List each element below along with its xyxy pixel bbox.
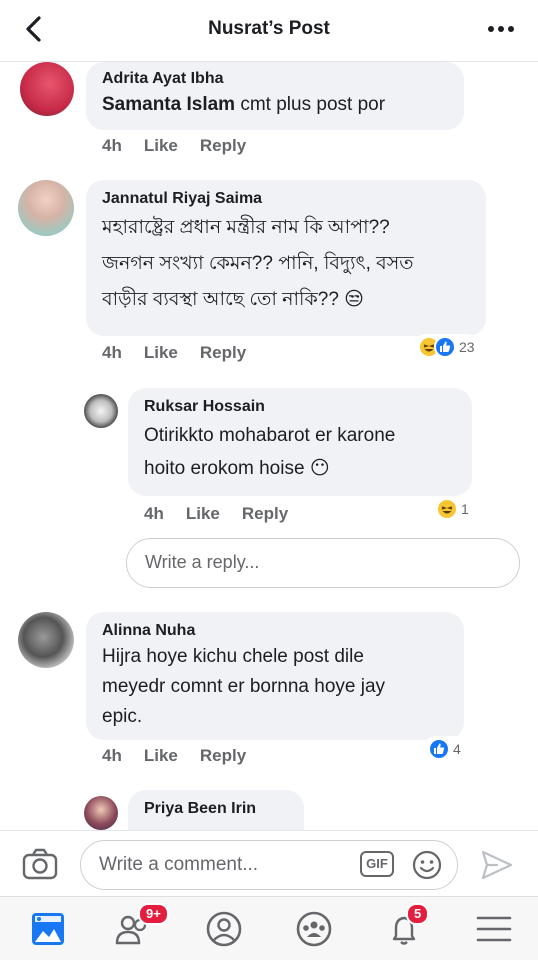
comment-author[interactable]: Adrita Ayat Ibha (102, 68, 448, 90)
emoji-icon[interactable] (412, 850, 442, 880)
comment-time: 4h (102, 746, 122, 765)
top-bar: Nusrat’s Post (0, 0, 538, 62)
like-reaction-icon (428, 738, 450, 760)
reply-placeholder: Write a reply... (145, 552, 260, 572)
comment-composer: Write a comment... GIF (0, 830, 538, 896)
reaction-count: 23 (459, 339, 475, 355)
like-link[interactable]: Like (144, 343, 178, 363)
comment-actions: 4h Like Reply (102, 746, 268, 766)
mention-link[interactable]: Samanta Islam (102, 94, 235, 115)
comment-bubble: Adrita Ayat Ibha Samanta Islam cmt plus … (86, 62, 464, 130)
reaction-count: 4 (453, 741, 461, 757)
reaction-summary[interactable]: 23 (414, 334, 479, 360)
like-link[interactable]: Like (186, 504, 220, 524)
avatar[interactable] (84, 394, 118, 428)
camera-icon[interactable] (22, 848, 58, 880)
reply-link[interactable]: Reply (200, 136, 246, 156)
more-options-icon[interactable] (486, 18, 516, 40)
reply-link[interactable]: Reply (242, 504, 288, 524)
comment-text-line: বাড়ীর ব্যবস্থা আছে তো নাকি?? 😒 (102, 289, 364, 310)
comment-bubble: Ruksar Hossain Otirikkto mohabarot er ka… (128, 388, 472, 496)
comment-text-line: meyedr comnt er bornna hoye jay (102, 676, 386, 697)
notifications-badge: 5 (406, 903, 430, 925)
comment-text-body: cmt plus post por (235, 94, 386, 115)
comment-bubble: Priya Been Irin (128, 790, 304, 830)
avatar[interactable] (20, 62, 74, 116)
comment-author[interactable]: Ruksar Hossain (144, 396, 456, 418)
comment-text-line: hoito erokom hoise 😶 (144, 458, 330, 479)
menu-icon[interactable] (472, 909, 516, 949)
comment-text-line: জনগন সংখ্যা কেমন?? পানি, বিদ্যুৎ, বসত (102, 253, 414, 274)
comment-actions: 4h Like Reply (102, 343, 268, 363)
haha-reaction-icon (436, 498, 458, 520)
comment-text-line: মহারাষ্ট্রের প্রধান মন্ত্রীর নাম কি আপা?… (102, 217, 390, 238)
bottom-tab-bar: 9+ 5 (0, 896, 538, 960)
avatar[interactable] (18, 180, 74, 236)
groups-icon[interactable] (292, 909, 336, 949)
gif-button[interactable]: GIF (360, 851, 394, 877)
comment-bubble: Jannatul Riyaj Saima মহারাষ্ট্রের প্রধান… (86, 180, 486, 336)
avatar[interactable] (18, 612, 74, 668)
profile-icon[interactable] (202, 909, 246, 949)
comment-bubble: Alinna Nuha Hijra hoye kichu chele post … (86, 612, 464, 740)
comment-actions: 4h Like Reply (144, 504, 310, 524)
comment-actions: 4h Like Reply (102, 136, 268, 156)
comment-placeholder: Write a comment... (99, 854, 259, 875)
page-title: Nusrat’s Post (208, 18, 330, 39)
reaction-summary[interactable]: 4 (424, 736, 465, 762)
comment-text: Samanta Islam cmt plus post por (102, 90, 448, 120)
comment-time: 4h (102, 136, 122, 155)
send-icon[interactable] (480, 849, 514, 881)
news-feed-icon[interactable] (26, 909, 70, 949)
reply-input[interactable]: Write a reply... (126, 538, 520, 588)
comment-text-line: epic. (102, 706, 143, 727)
reply-link[interactable]: Reply (200, 343, 246, 363)
reaction-count: 1 (461, 501, 469, 517)
comment-text-line: Otirikkto mohabarot er karone (144, 425, 396, 446)
comment-input[interactable]: Write a comment... (80, 840, 458, 890)
comment-author[interactable]: Alinna Nuha (102, 620, 448, 642)
reaction-summary[interactable]: 1 (432, 496, 473, 522)
comment-text-line: Hijra hoye kichu chele post dile (102, 646, 364, 667)
comment-time: 4h (144, 504, 164, 523)
reply-link[interactable]: Reply (200, 746, 246, 766)
comment-author[interactable]: Jannatul Riyaj Saima (102, 188, 470, 210)
comment-time: 4h (102, 343, 122, 362)
like-link[interactable]: Like (144, 746, 178, 766)
comment-author[interactable]: Priya Been Irin (144, 798, 288, 820)
like-reaction-icon (434, 336, 456, 358)
like-link[interactable]: Like (144, 136, 178, 156)
friends-badge: 9+ (138, 903, 169, 925)
avatar[interactable] (84, 796, 118, 830)
